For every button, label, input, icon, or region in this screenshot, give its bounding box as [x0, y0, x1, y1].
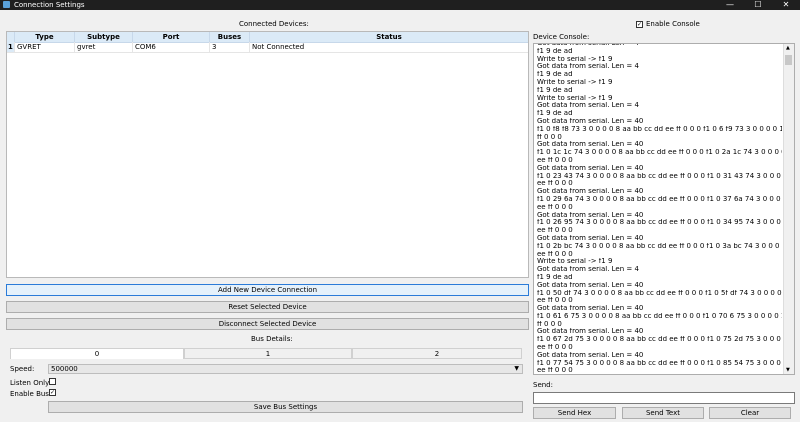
console-line: Write to serial -> f1 9 [537, 78, 613, 86]
console-line: f1 0 67 2d 75 3 0 0 0 0 8 aa bb cc dd ee… [537, 336, 782, 344]
disconnect-device-button[interactable]: Disconnect Selected Device [6, 318, 529, 330]
tab-bus-1[interactable]: 1 [184, 348, 352, 359]
console-line: Got data from serial. Len = 40 [537, 164, 644, 172]
add-device-button[interactable]: Add New Device Connection [6, 284, 529, 296]
cell-subtype[interactable]: gvret [75, 42, 133, 53]
console-line: f1 9 de ad [537, 110, 573, 118]
console-line: f1 0 50 df 74 3 0 0 0 0 8 aa bb cc dd ee… [537, 289, 782, 297]
reset-device-button[interactable]: Reset Selected Device [6, 301, 529, 313]
speed-value: 500000 [51, 365, 78, 373]
console-line: f1 0 1c 1c 74 3 0 0 0 0 8 aa bb cc dd ee… [537, 149, 782, 157]
column-status[interactable]: Status [250, 32, 528, 42]
console-scrollbar[interactable]: ▲ ▼ [783, 44, 794, 374]
speed-select[interactable]: 500000 ▼ [48, 364, 523, 374]
console-line: Write to serial -> f1 9 [537, 258, 613, 266]
console-line: f1 9 de ad [537, 47, 573, 55]
clear-button[interactable]: Clear [709, 407, 791, 419]
table-row[interactable]: 1 GVRET gvret COM6 3 Not Connected [7, 42, 528, 53]
device-console-output[interactable]: Got data from serial. Len = 4 f1 9 de ad W… [533, 43, 795, 375]
bus-details-heading: Bus Details: [251, 335, 293, 343]
console-line: ff 0 0 0 [537, 133, 562, 141]
send-input[interactable] [533, 392, 795, 404]
console-line: Got data from serial. Len = 40 [537, 234, 644, 242]
connected-devices-heading: Connected Devices: [239, 20, 309, 28]
title-bar: Connection Settings — ☐ ✕ [0, 0, 800, 10]
scroll-down-icon[interactable]: ▼ [786, 367, 790, 373]
console-line: f1 9 de ad [537, 86, 573, 94]
listen-only-label: Listen Only: [10, 379, 52, 387]
console-lines: Got data from serial. Len = 4 f1 9 de ad W… [537, 44, 782, 375]
console-line: f1 0 61 6 75 3 0 0 0 0 8 aa bb cc dd ee … [537, 312, 782, 320]
enable-bus-checkbox[interactable]: ✓ [49, 389, 56, 396]
console-line: f1 0 f8 f8 73 3 0 0 0 0 8 aa bb cc dd ee… [537, 125, 782, 133]
column-subtype[interactable]: Subtype [75, 32, 133, 42]
console-line: Got data from serial. Len = 4 [537, 63, 639, 71]
console-line: f1 0 77 54 75 3 0 0 0 0 8 aa bb cc dd ee… [537, 359, 782, 367]
send-hex-button[interactable]: Send Hex [533, 407, 616, 419]
save-bus-settings-button[interactable]: Save Bus Settings [48, 401, 523, 413]
console-line: Got data from serial. Len = 40 [537, 281, 644, 289]
console-line: ff 0 0 0 [537, 320, 562, 328]
enable-console-label: Enable Console [646, 20, 700, 28]
console-line: Got data from serial. Len = 40 [537, 305, 644, 313]
chevron-down-icon: ▼ [514, 365, 519, 372]
tab-bus-0[interactable]: 0 [10, 348, 184, 359]
console-line: f1 0 29 6a 74 3 0 0 0 0 8 aa bb cc dd ee… [537, 195, 782, 203]
console-line: ee ff 0 0 0 [537, 250, 573, 258]
scroll-up-icon[interactable]: ▲ [786, 45, 790, 51]
column-type[interactable]: Type [15, 32, 75, 42]
enable-console-checkbox[interactable]: ✓ [636, 21, 643, 28]
cell-status[interactable]: Not Connected [250, 42, 528, 53]
send-text-button[interactable]: Send Text [622, 407, 704, 419]
maximize-icon[interactable]: ☐ [744, 0, 772, 10]
listen-only-checkbox[interactable] [49, 378, 56, 385]
cell-type[interactable]: GVRET [15, 42, 75, 53]
tab-bus-2[interactable]: 2 [352, 348, 522, 359]
console-line: ee ff 0 0 0 [537, 180, 573, 188]
devices-table[interactable]: Type Subtype Port Buses Status 1 GVRET g… [6, 31, 529, 278]
window-title: Connection Settings [14, 1, 85, 9]
console-line: Write to serial -> f1 9 [537, 94, 613, 102]
cell-buses[interactable]: 3 [210, 42, 250, 53]
console-line: ee ff 0 0 0 [537, 297, 573, 305]
console-line: Got data from serial. Len = 4 [537, 102, 639, 110]
row-header-corner [7, 32, 15, 42]
scrollbar-thumb[interactable] [785, 55, 792, 65]
enable-bus-label: Enable Bus: [10, 390, 52, 398]
console-line: Got data from serial. Len = 40 [537, 211, 644, 219]
console-line: f1 9 de ad [537, 71, 573, 79]
console-line: f1 9 de ad [537, 273, 573, 281]
column-port[interactable]: Port [133, 32, 210, 42]
console-line: Got data from serial. Len = 40 [537, 141, 644, 149]
console-line: Got data from serial. Len = 40 [537, 328, 644, 336]
checkmark-icon: ✓ [637, 21, 643, 28]
device-console-heading: Device Console: [533, 33, 590, 41]
checkmark-icon: ✓ [50, 389, 56, 396]
console-line: ee ff 0 0 0 [537, 344, 573, 352]
console-line: Got data from serial. Len = 40 [537, 117, 644, 125]
row-index[interactable]: 1 [7, 42, 15, 53]
console-line: ee ff 0 0 0 [537, 203, 573, 211]
console-line: Got data from serial. Len = 40 [537, 188, 644, 196]
console-line: f1 0 23 43 74 3 0 0 0 0 8 aa bb cc dd ee… [537, 172, 782, 180]
console-line: f1 0 26 95 74 3 0 0 0 0 8 aa bb cc dd ee… [537, 219, 782, 227]
console-line: ee ff 0 0 0 [537, 367, 573, 375]
app-icon [3, 1, 10, 8]
send-label: Send: [533, 381, 553, 389]
console-line: f1 0 2b bc 74 3 0 0 0 0 8 aa bb cc dd ee… [537, 242, 782, 250]
console-line: Write to serial -> f1 9 [537, 55, 613, 63]
console-line: Got data from serial. Len = 40 [537, 351, 644, 359]
cell-port[interactable]: COM6 [133, 42, 210, 53]
column-buses[interactable]: Buses [210, 32, 250, 42]
speed-label: Speed: [10, 365, 35, 373]
console-line: Got data from serial. Len = 4 [537, 266, 639, 274]
console-line: ee ff 0 0 0 [537, 227, 573, 235]
minimize-icon[interactable]: — [716, 0, 744, 10]
close-icon[interactable]: ✕ [772, 0, 800, 10]
console-line: ee ff 0 0 0 [537, 156, 573, 164]
